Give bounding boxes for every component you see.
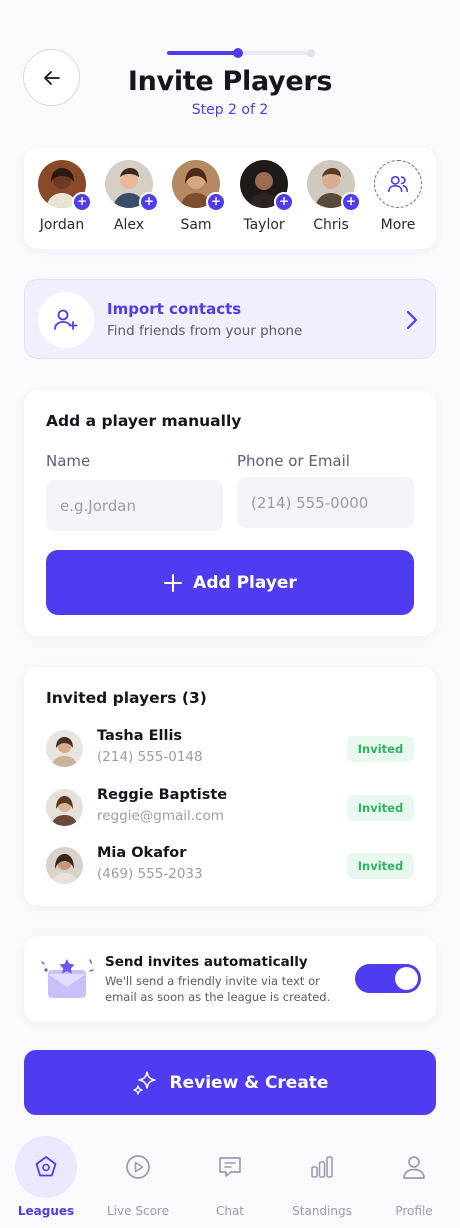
add-icon: + (341, 192, 361, 212)
player-name: Chris (313, 217, 349, 233)
table-row[interactable]: Mia Okafor (469) 555-2033 Invited (46, 845, 414, 885)
quick-invite-jordan[interactable]: + Jordan (28, 160, 96, 233)
invited-players-card: Invited players (3) Tasha Ellis (214) 55… (24, 667, 436, 906)
quick-invite-card: + Jordan + Alex + Sam + Taylor + Chris M… (24, 148, 436, 249)
pentagon-icon (15, 1136, 77, 1198)
tab-profile[interactable]: Profile (368, 1130, 460, 1218)
sparkles-icon (132, 1070, 156, 1095)
player-name: Alex (113, 217, 145, 233)
player-contact: reggie@gmail.com (97, 808, 224, 824)
import-title: Import contacts (107, 300, 242, 318)
table-row[interactable]: Tasha Ellis (214) 555-0148 Invited (46, 728, 414, 768)
player-contact: (214) 555-0148 (97, 749, 203, 765)
import-subtitle: Find friends from your phone (107, 323, 303, 339)
quick-invite-sam[interactable]: + Sam (162, 160, 230, 233)
auto-invite-card: Send invites automatically We'll send a … (24, 936, 436, 1022)
avatar (46, 847, 83, 884)
chat-bubble-icon (199, 1136, 261, 1198)
contact-label: Phone or Email (237, 452, 350, 470)
player-contact: (469) 555-2033 (97, 866, 203, 882)
player-name: Tasha Ellis (97, 728, 183, 744)
tab-leagues[interactable]: Leagues (0, 1130, 92, 1218)
tab-live-score[interactable]: Live Score (92, 1130, 184, 1218)
more-players-button[interactable]: More (364, 160, 432, 233)
player-name: Jordan (39, 217, 85, 233)
tab-label: Profile (395, 1204, 433, 1218)
play-circle-icon (107, 1136, 169, 1198)
tab-label: Chat (215, 1204, 245, 1218)
bottom-tab-bar: Leagues Live Score Chat Standings Profil… (0, 1130, 460, 1228)
quick-invite-taylor[interactable]: + Taylor (230, 160, 298, 233)
plus-icon (164, 573, 183, 592)
add-player-button[interactable]: Add Player (46, 550, 414, 615)
add-icon: + (139, 192, 159, 212)
tab-label: Live Score (107, 1204, 169, 1218)
chevron-right-icon (402, 308, 422, 336)
table-row[interactable]: Reggie Baptiste reggie@gmail.com Invited (46, 787, 414, 827)
review-create-button[interactable]: Review & Create (24, 1050, 436, 1115)
add-icon: + (206, 192, 226, 212)
auto-invite-title: Send invites automatically (105, 954, 308, 970)
envelope-icon (38, 956, 96, 1006)
auto-invite-toggle[interactable] (355, 964, 421, 993)
more-label: More (380, 217, 416, 233)
step-indicator: Step 2 of 2 (191, 102, 269, 118)
bar-chart-icon (291, 1136, 353, 1198)
name-label: Name (46, 452, 91, 470)
tab-label: Leagues (17, 1204, 75, 1218)
auto-invite-description: We'll send a friendly invite via text or… (105, 974, 331, 1004)
users-icon (388, 175, 408, 193)
add-player-label: Add Player (193, 572, 297, 593)
add-icon: + (274, 192, 294, 212)
section-title: Add a player manually (46, 412, 242, 430)
import-contacts-button[interactable]: Import contacts Find friends from your p… (24, 279, 436, 359)
section-title: Invited players (3) (46, 689, 207, 707)
add-user-icon (38, 292, 94, 348)
tab-chat[interactable]: Chat (184, 1130, 276, 1218)
quick-invite-alex[interactable]: + Alex (95, 160, 163, 233)
quick-invite-chris[interactable]: + Chris (297, 160, 365, 233)
status-badge: Invited (347, 736, 414, 762)
avatar (46, 730, 83, 767)
step-progress (167, 48, 315, 58)
player-name: Mia Okafor (97, 845, 187, 861)
status-badge: Invited (347, 795, 414, 821)
player-name: Taylor (243, 217, 285, 233)
player-name: Reggie Baptiste (97, 787, 228, 803)
add-player-form: Add a player manually Name Phone or Emai… (24, 390, 436, 636)
status-badge: Invited (347, 853, 414, 879)
contact-input[interactable]: (214) 555-0000 (237, 477, 414, 528)
avatar (46, 789, 83, 826)
page-title: Invite Players (127, 66, 333, 97)
name-input[interactable]: e.g.Jordan (46, 480, 223, 531)
add-icon: + (72, 192, 92, 212)
user-icon (383, 1136, 445, 1198)
tab-label: Standings (292, 1204, 352, 1218)
tab-standings[interactable]: Standings (276, 1130, 368, 1218)
review-create-label: Review & Create (169, 1072, 329, 1093)
player-name: Sam (180, 217, 212, 233)
